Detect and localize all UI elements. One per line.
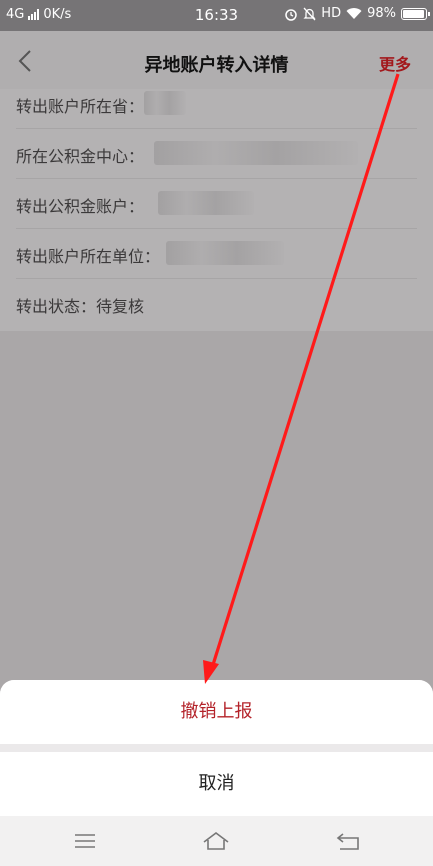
back-icon[interactable] [334, 828, 362, 854]
account-info-list: 转出账户所在省： 所在公积金中心： 转出公积金账户： 转出账户所在单位： 转出状… [0, 89, 433, 331]
battery-icon [401, 7, 430, 20]
wifi-icon [346, 8, 362, 19]
info-label: 所在公积金中心： [16, 147, 145, 166]
redacted-value [154, 141, 358, 165]
mute-icon [303, 7, 316, 20]
battery-percent: 98% [367, 6, 396, 21]
more-button[interactable]: 更多 [379, 51, 411, 75]
info-label: 转出账户所在省： [16, 97, 145, 116]
info-label: 转出公积金账户： [16, 197, 145, 216]
cancel-button[interactable]: 取消 [0, 752, 433, 816]
info-row-status: 转出状态：待复核 [16, 279, 417, 329]
info-label: 转出状态：待复核 [16, 297, 145, 316]
redacted-value [166, 241, 284, 265]
action-sheet: 撤销上报 取消 [0, 680, 433, 816]
info-row-employer: 转出账户所在单位： [16, 229, 417, 279]
info-row-center: 所在公积金中心： [16, 129, 417, 179]
revoke-report-button[interactable]: 撤销上报 [0, 680, 433, 744]
home-icon[interactable] [202, 828, 230, 854]
redacted-value [158, 191, 254, 215]
page-title: 异地账户转入详情 [144, 55, 289, 76]
menu-icon[interactable] [71, 828, 99, 854]
info-label: 转出账户所在单位： [16, 247, 161, 266]
hd-indicator: HD [321, 6, 342, 21]
system-nav-bar [0, 816, 433, 866]
status-bar: 4G 0K/s 16:33 HD 98% [0, 0, 433, 31]
info-row-province: 转出账户所在省： [16, 79, 417, 129]
alarm-icon [285, 8, 298, 21]
redacted-value [144, 91, 186, 115]
status-right: HD 98% [284, 6, 430, 21]
info-row-account: 转出公积金账户： [16, 179, 417, 229]
